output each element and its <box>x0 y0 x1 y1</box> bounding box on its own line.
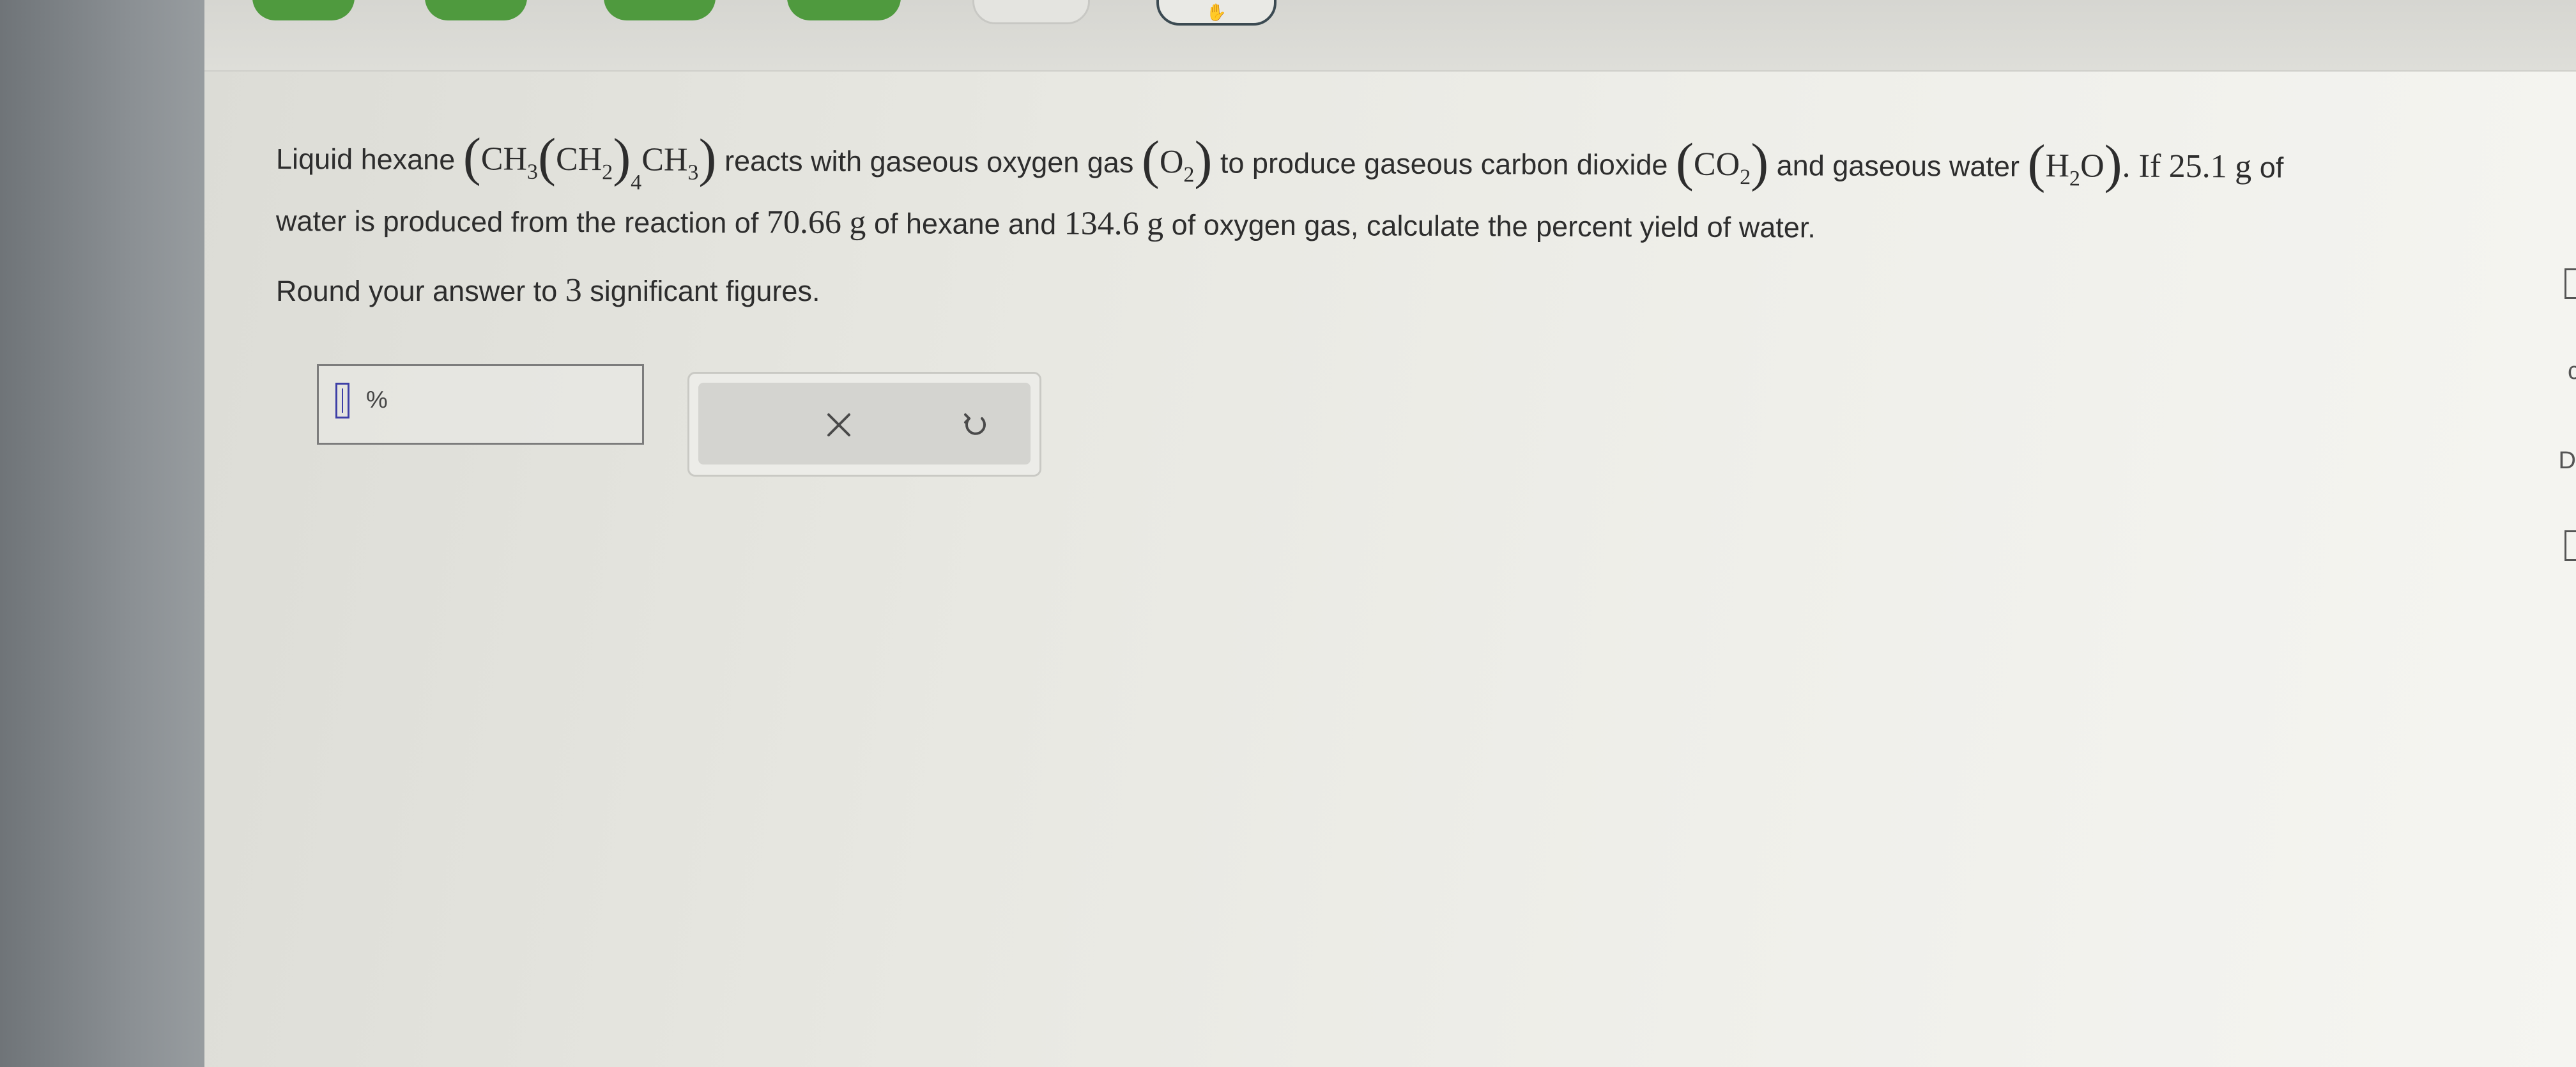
refresh-icon[interactable]: c <box>2568 358 2576 385</box>
nav-pill-3[interactable] <box>604 0 716 20</box>
rounding-instructions: Round your answer to 3 significant figur… <box>276 272 820 309</box>
answer-tools-panel <box>698 383 1031 464</box>
answer-tools <box>687 372 1041 477</box>
question-line-2: water is produced from the reaction of 7… <box>275 204 1816 244</box>
nav-pill-1[interactable] <box>252 0 355 20</box>
nav-pill-2[interactable] <box>425 0 527 20</box>
nav-pill-4[interactable] <box>787 0 901 20</box>
percent-unit-label: % <box>366 387 388 413</box>
top-navigation-bar: ✋ <box>204 0 2576 72</box>
data-icon[interactable]: D <box>2559 447 2576 475</box>
periodic-table-icon[interactable] <box>2564 530 2576 561</box>
monitor-bezel <box>0 0 220 1067</box>
calculator-icon[interactable] <box>2564 268 2576 299</box>
nav-pill-help[interactable]: ✋ <box>1156 0 1276 26</box>
hand-icon: ✋ <box>1206 3 1227 22</box>
close-icon <box>827 413 850 436</box>
right-side-tools: c D <box>2559 0 2576 1067</box>
answer-input[interactable]: % <box>317 364 644 445</box>
undo-icon <box>964 413 986 435</box>
clear-button[interactable] <box>816 402 862 448</box>
undo-button[interactable] <box>953 402 999 448</box>
nav-pill-5[interactable] <box>972 0 1090 24</box>
text-cursor <box>335 383 349 418</box>
